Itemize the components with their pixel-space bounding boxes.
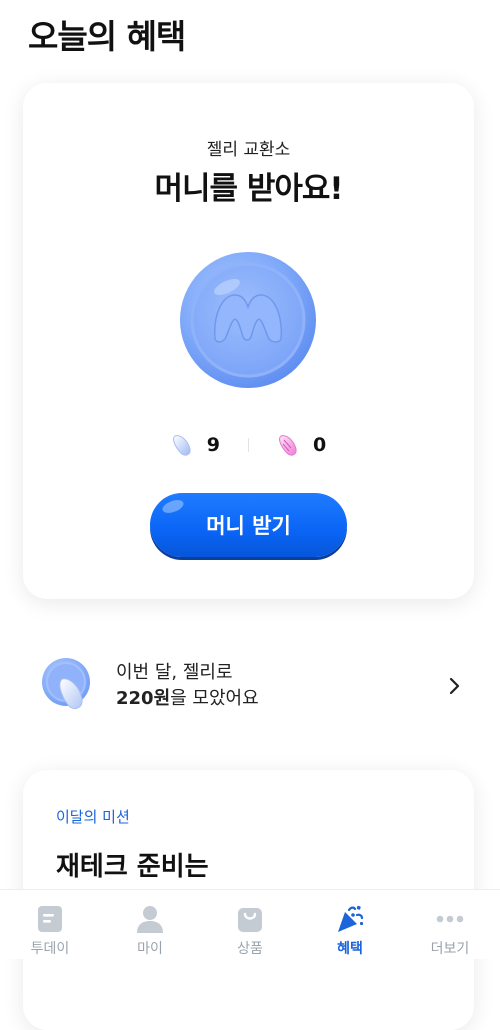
tab-label: 투데이 xyxy=(30,941,70,957)
summary-line1: 이번 달, 젤리로 xyxy=(116,662,233,683)
summary-line2: 220원을 모았어요 xyxy=(116,686,448,712)
page-title: 오늘의 혜택 xyxy=(28,17,186,56)
more-dots-icon xyxy=(436,915,464,923)
tab-benefits[interactable]: 혜택 xyxy=(300,890,400,959)
button-shine xyxy=(160,497,186,516)
mission-label: 이달의 미션 xyxy=(56,808,130,826)
bag-icon xyxy=(238,908,262,932)
receive-money-button[interactable]: 머니 받기 xyxy=(150,493,347,557)
money-coin-icon xyxy=(180,252,316,388)
card-subtitle: 젤리 교환소 xyxy=(206,140,291,160)
mission-title: 재테크 준비는 xyxy=(56,852,209,882)
count-divider xyxy=(248,438,249,452)
pink-jelly-value: 0 xyxy=(313,434,327,456)
coin-with-jelly-icon xyxy=(42,658,90,710)
tab-today[interactable]: 투데이 xyxy=(0,890,100,959)
chevron-right-icon xyxy=(449,677,460,695)
tab-label: 상품 xyxy=(237,941,263,957)
blue-jelly-icon xyxy=(172,435,191,456)
summary-amount: 220원 xyxy=(116,688,171,709)
blue-jelly-value: 9 xyxy=(206,434,220,456)
tab-label: 혜택 xyxy=(337,941,363,957)
pink-jelly-count: 0 xyxy=(277,433,326,457)
tab-my[interactable]: 마이 xyxy=(100,890,200,959)
document-icon xyxy=(38,906,62,932)
tab-label: 더보기 xyxy=(430,941,470,957)
jelly-exchange-card: 젤리 교환소 머니를 받아요! 9 0 머니 받기 xyxy=(23,83,474,599)
party-popper-icon xyxy=(338,905,364,932)
summary-line2-rest: 을 모았어요 xyxy=(170,688,259,709)
receive-money-button-label: 머니 받기 xyxy=(206,514,291,538)
blue-jelly-count: 9 xyxy=(171,433,220,457)
bottom-tab-bar: 투데이 마이 상품 혜택 더보기 xyxy=(0,889,500,959)
tab-products[interactable]: 상품 xyxy=(200,890,300,959)
monthly-jelly-summary[interactable]: 이번 달, 젤리로 220원을 모았어요 xyxy=(40,655,462,717)
jelly-counts: 9 0 xyxy=(23,433,474,457)
tab-label: 마이 xyxy=(137,941,163,957)
person-icon xyxy=(137,906,163,933)
card-title: 머니를 받아요! xyxy=(154,171,343,207)
tab-more[interactable]: 더보기 xyxy=(400,890,500,959)
summary-text: 이번 달, 젤리로 220원을 모았어요 xyxy=(116,660,448,712)
pink-jelly-icon xyxy=(279,435,297,456)
